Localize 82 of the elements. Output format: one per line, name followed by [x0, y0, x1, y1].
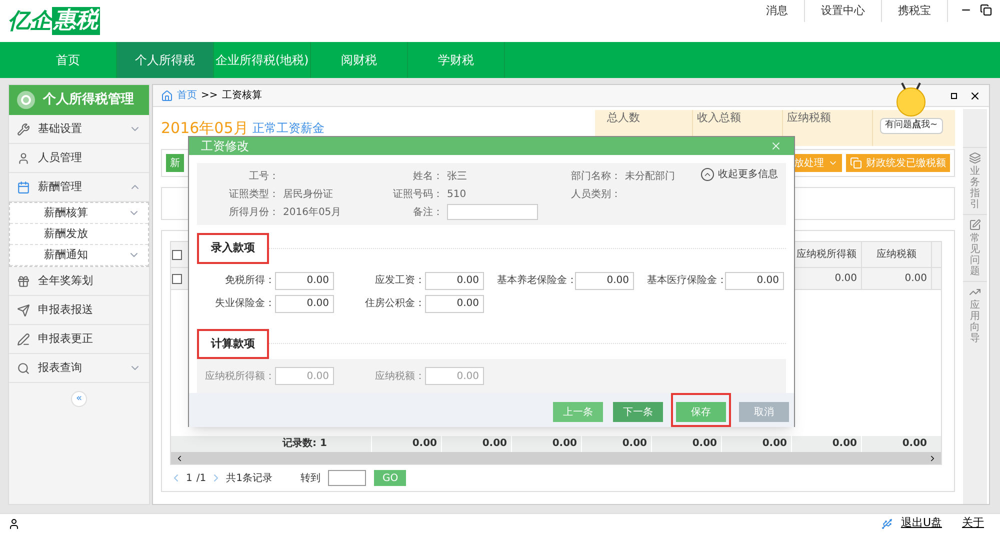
field-label: 所得月份： [228, 206, 279, 220]
toggle-link[interactable]: 收起更多信息 [718, 167, 778, 182]
help-bubble[interactable]: 有问题点我~ [880, 118, 943, 134]
submenu-item[interactable]: 薪酬核算 [10, 203, 148, 224]
sidebar-item[interactable]: 报表查询 [9, 354, 149, 383]
page-total: /1 [196, 472, 206, 486]
field-label: 失业保险金： [214, 296, 275, 311]
summary-label: 应纳税额 [787, 110, 832, 126]
restore-icon[interactable] [980, 4, 992, 16]
home-icon[interactable] [161, 90, 173, 102]
scroll-left-icon[interactable] [175, 454, 184, 462]
table-cell: 0.00 [861, 268, 931, 289]
logo: 亿企惠税 [8, 6, 100, 37]
horizontal-scrollbar[interactable] [171, 452, 941, 464]
eject-link[interactable]: 退出U盘 [900, 515, 942, 532]
record-total: 共1条记录 [226, 472, 272, 486]
field-label: 应纳税所得额： [204, 370, 275, 384]
goto-label: 转到 [300, 472, 320, 486]
section-title: 录入款项 [197, 233, 269, 264]
summary-label: 总人数 [607, 110, 641, 126]
section-title: 计算款项 [197, 328, 269, 359]
sidebar-item[interactable]: 全年奖筹划 [9, 267, 149, 296]
header-checkbox[interactable] [172, 250, 182, 260]
sidebar-title: 个人所得税管理 [43, 91, 134, 110]
sidebar-item[interactable]: 基础设置 [9, 115, 149, 144]
breadcrumb-current: 工资核算 [222, 88, 262, 103]
chart-icon [969, 286, 981, 298]
collapse-up-icon[interactable] [701, 168, 714, 181]
copy-icon [850, 157, 862, 169]
close-icon[interactable] [969, 90, 981, 102]
field-label: 证照号码： [392, 188, 443, 202]
period-month: 2016年05月 [161, 118, 248, 139]
about-link[interactable]: 关于 [962, 515, 984, 532]
field-label: 基本医疗保险金： [647, 274, 725, 288]
amount-input[interactable]: 0.00 [275, 272, 334, 290]
field-label: 备注： [412, 206, 443, 220]
field-value: 2016年05月 [282, 206, 342, 220]
amount-input[interactable]: 0.00 [425, 294, 484, 312]
field-value: 居民身份证 [282, 188, 333, 202]
scroll-right-icon[interactable] [928, 454, 937, 462]
amount-input[interactable]: 0.00 [575, 272, 634, 290]
header-link[interactable]: 设置中心 [805, 0, 882, 22]
field-label: 部门名称： [570, 170, 621, 184]
usb-icon [880, 518, 893, 530]
field-value: 张三 [446, 170, 467, 184]
header-link[interactable]: 携税宝 [882, 0, 948, 22]
amount-input[interactable]: 0.00 [725, 272, 784, 290]
column-header: 应纳税额 [861, 242, 931, 267]
field-label: 免税所得： [224, 274, 275, 288]
mascot-drawing [894, 82, 928, 118]
amount-input[interactable]: 0.00 [425, 272, 484, 290]
header-link[interactable]: 消息 [750, 0, 805, 22]
layers-icon [969, 152, 981, 164]
amount-input[interactable]: 0.00 [275, 294, 334, 312]
field-label: 人员类别： [570, 188, 621, 202]
nav-tab[interactable]: 个人所得税 [117, 42, 214, 78]
remark-input[interactable] [447, 204, 538, 220]
sidebar-item[interactable]: 申报表报送 [9, 296, 149, 325]
field-label: 工号： [248, 170, 279, 184]
field-value: 510 [446, 188, 466, 202]
row-checkbox[interactable] [172, 274, 182, 284]
field-label: 住房公积金： [364, 296, 425, 311]
user-icon [8, 518, 20, 530]
field-label: 姓名： [412, 170, 443, 184]
field-label: 应纳税额： [374, 370, 425, 384]
page-number: 1 [186, 472, 192, 486]
page-input[interactable] [328, 470, 366, 486]
dialog-title: 工资修改 [201, 138, 250, 155]
collapse-button[interactable]: « [71, 391, 87, 407]
sidebar-item[interactable]: 人员管理 [9, 144, 149, 173]
record-count: 记录数: 1 [281, 436, 328, 451]
field-label: 应发工资： [374, 274, 425, 288]
submenu-item[interactable]: 薪酬发放 [10, 224, 148, 245]
sidebar-item[interactable]: 申报表更正 [9, 325, 149, 354]
field-value: 未分配部门 [624, 170, 675, 184]
field-label: 证照类型： [228, 188, 279, 202]
pencil-icon [969, 219, 981, 231]
breadcrumb-separator: >> [201, 89, 218, 103]
maximize-icon[interactable] [951, 92, 957, 98]
submenu-item[interactable]: 薪酬通知 [10, 245, 148, 266]
summary-label: 收入总额 [697, 110, 742, 126]
field-label: 基本养老保险金： [497, 274, 575, 288]
